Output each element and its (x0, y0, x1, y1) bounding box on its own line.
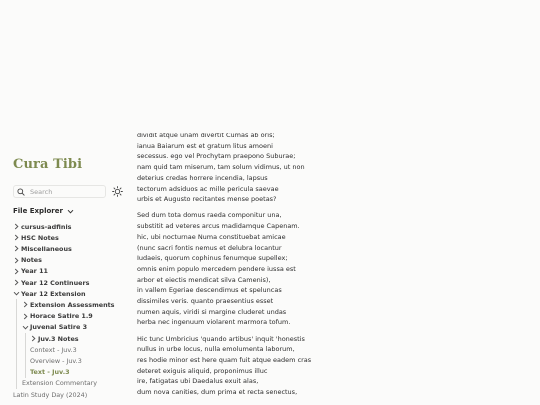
search-box[interactable] (13, 185, 106, 198)
verse-line: tectorum adsiduos ac mille pericula saev… (137, 184, 279, 193)
verse-line: substitit ad veteres arcus madidamque Ca… (137, 222, 300, 231)
verse-line: secessus. ego vel Prochytam praepono Sub… (137, 152, 296, 161)
folder-item[interactable]: Miscellaneous (13, 243, 72, 254)
folder-item[interactable]: Extension Assessments (22, 299, 114, 310)
site-title[interactable]: Cura Tibi (13, 157, 82, 172)
verse-line: Hic tunc Umbricius 'quando artibus' inqu… (137, 334, 305, 343)
chevron-right-icon (14, 223, 19, 230)
chevron-down-icon (13, 292, 20, 296)
tree-item-label: Miscellaneous (21, 244, 72, 253)
folder-item[interactable]: HSC Notes (13, 232, 59, 243)
search-input[interactable] (30, 187, 100, 196)
verse-line: nullus in urbe locus, nulla emolumenta l… (137, 345, 295, 354)
stanza: dividit atque unam divertit Cumas ab ori… (137, 130, 337, 205)
chevron-down-icon (67, 209, 74, 214)
folder-item[interactable]: Horace Satire 1.9 (22, 311, 93, 322)
tree-item-label: Year 12 Continuers (21, 278, 90, 287)
chevron-right-icon (14, 234, 19, 241)
verse-line: herba nec ingenuum violarent marmora tof… (137, 318, 291, 327)
verse-line: deteret exiguis aliquid, proponimus illu… (137, 366, 268, 375)
verse-line: Sed dum tota domus raeda componitur una, (137, 211, 282, 220)
verse-line: dissimiles veris. quanto praesentius ess… (137, 297, 274, 306)
verse-line: omnis enim populo mercedem pendere iussa… (137, 264, 296, 273)
verse-line: (nunc sacri fontis nemus et delubra loca… (137, 243, 282, 252)
tree-item-label: Notes (21, 256, 42, 265)
verse-line: hic, ubi nocturnae Numa constituebat ami… (137, 232, 286, 241)
folder-item[interactable]: Notes (13, 255, 42, 266)
chevron-right-icon (14, 257, 19, 263)
tree-item-label: Extension Commentary (22, 379, 98, 388)
sun-icon[interactable] (112, 186, 123, 197)
tree-item-label: Juvenal Satire 3 (30, 323, 88, 332)
stanza: Hic tunc Umbricius 'quando artibus' inqu… (137, 334, 337, 398)
chevron-right-icon (14, 279, 19, 286)
file-item[interactable]: Latin Study Day (2024) (13, 389, 87, 400)
stanza: Sed dum tota domus raeda componitur una,… (137, 210, 337, 328)
file-item[interactable]: Extension Commentary (22, 378, 97, 389)
tree-item-label: Year 12 Extension (21, 289, 86, 298)
verse-line: in vallem Egeriae descendimus et spelunc… (137, 286, 282, 295)
chevron-right-icon (14, 268, 19, 275)
folder-item[interactable]: Juvenal Satire 3 (22, 322, 87, 333)
chevron-right-icon (14, 246, 19, 252)
file-item[interactable]: Text - Juv.3 (30, 367, 70, 378)
indent-guide (25, 333, 26, 378)
tree-item-label: Horace Satire 1.9 (30, 312, 93, 321)
tree-item-label: cursus-adfinis (21, 222, 72, 231)
verse-line: res hodie minor est here quam fuit atque… (137, 356, 312, 365)
top-blank-area (0, 0, 540, 133)
folder-item[interactable]: Year 11 (13, 266, 48, 277)
folder-item[interactable]: Year 12 Extension (13, 288, 86, 299)
chevron-right-icon (23, 302, 28, 308)
verse-line: numen aquis, viridi si margine cluderet … (137, 307, 287, 316)
tree-item-label: Year 11 (21, 267, 48, 276)
file-item[interactable]: Context - Juv.3 (30, 344, 77, 355)
poem-text: dividit atque unam divertit Cumas ab ori… (137, 130, 337, 403)
file-item[interactable]: Overview - Juv.3 (30, 355, 82, 366)
verse-line: nam quid tam miserum, tam solum vidimus,… (137, 163, 305, 172)
file-explorer-toggle[interactable]: File Explorer (13, 207, 74, 215)
tree-item-label: HSC Notes (21, 233, 59, 242)
folder-item[interactable]: cursus-adfinis (13, 221, 71, 232)
folder-item[interactable]: Year 12 Continuers (13, 277, 89, 288)
verse-line: Iudaeis, quorum cophinus fenumque supell… (137, 254, 288, 263)
chevron-right-icon (31, 335, 36, 342)
verse-line: deterius credas horrere incendia, lapsus (137, 173, 268, 182)
tree-item-label: Text - Juv.3 (30, 368, 70, 377)
verse-line: urbis et Augusto recitantes mense poetas… (137, 195, 277, 204)
chevron-down-icon (22, 325, 29, 330)
verse-line: dum nova canities, dum prima et recta se… (137, 388, 298, 397)
verse-line: arbor et eiectis mendicat silva Camenis)… (137, 275, 271, 284)
file-explorer-title: File Explorer (13, 207, 63, 215)
verse-line: ianua Baiarum est et gratum litus amoeni (137, 141, 273, 150)
tree-item-label: Juv.3 Notes (38, 334, 79, 343)
tree-item-label: Extension Assessments (30, 300, 115, 309)
chevron-right-icon (23, 313, 28, 319)
folder-item[interactable]: Juv.3 Notes (30, 333, 79, 344)
tree-item-label: Overview - Juv.3 (30, 356, 82, 365)
indent-guide (16, 299, 17, 389)
tree-item-label: Latin Study Day (2024) (13, 390, 88, 399)
tree-item-label: Context - Juv.3 (30, 345, 77, 354)
verse-line: ire, fatigatas ubi Daedalus exuit alas, (137, 377, 259, 386)
search-icon (17, 187, 25, 196)
